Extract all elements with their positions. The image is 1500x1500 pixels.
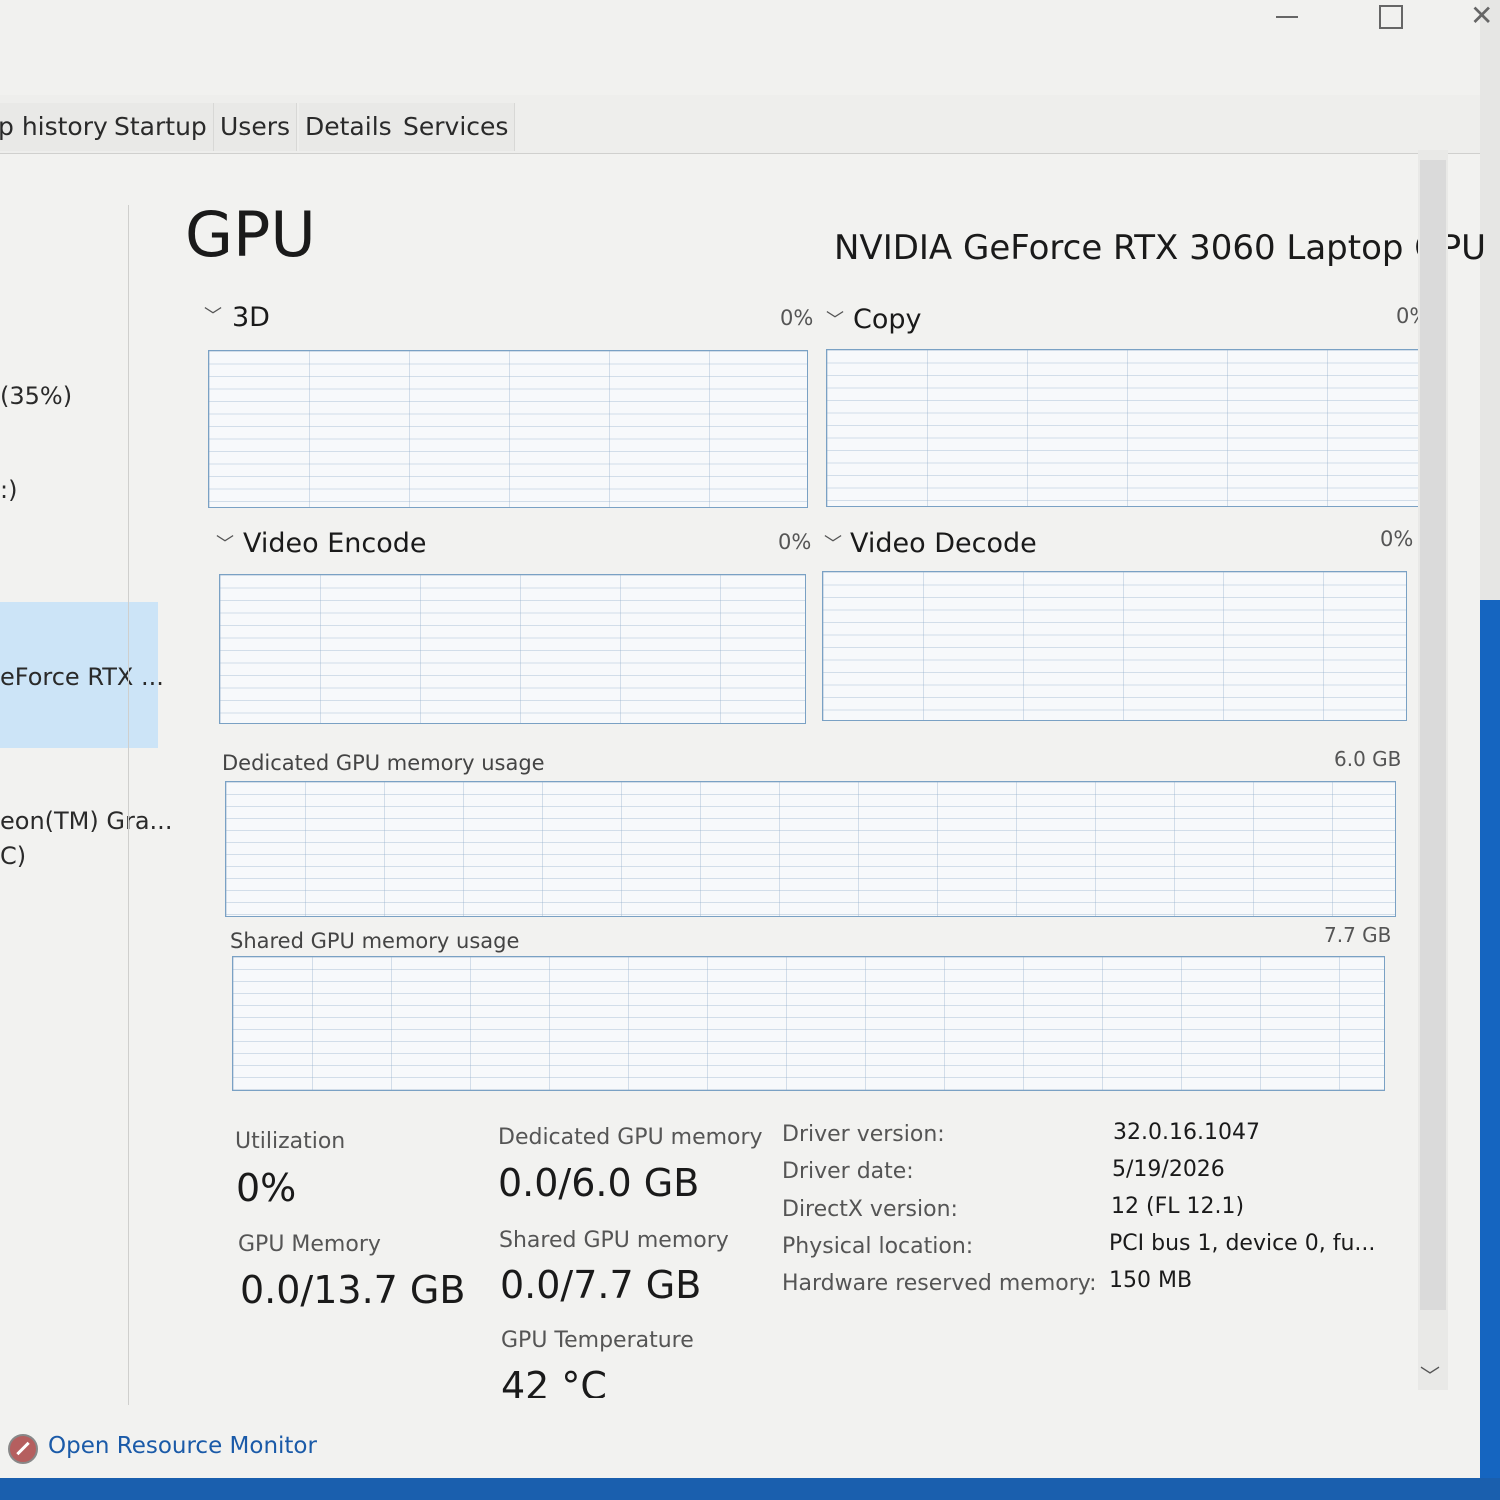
- engine-video-decode-percent: 0%: [1380, 527, 1414, 551]
- performance-sidebar: [0, 154, 160, 1404]
- tab-details[interactable]: Details: [299, 103, 399, 151]
- task-manager-window: ✕ p history Startup Users Details Servic…: [0, 0, 1493, 1480]
- gpu-memory-label: GPU Memory: [238, 1232, 381, 1257]
- scrollbar-thumb[interactable]: [1420, 160, 1446, 1310]
- physical-location-value: PCI bus 1, device 0, fu...: [1109, 1231, 1376, 1256]
- physical-location-label: Physical location:: [782, 1234, 974, 1259]
- page-title: GPU: [185, 198, 316, 271]
- sidebar-divider: [128, 205, 129, 1405]
- hardware-reserved-memory-label: Hardware reserved memory:: [782, 1271, 1097, 1296]
- scroll-down-icon[interactable]: ﹀: [1420, 1360, 1440, 1389]
- shared-memory-label: Shared GPU memory: [499, 1228, 729, 1253]
- engine-video-encode-graph: [219, 574, 806, 724]
- engine-3d-label[interactable]: 3D: [232, 302, 270, 333]
- driver-version-value: 32.0.16.1047: [1113, 1120, 1260, 1145]
- open-resource-monitor-link[interactable]: Open Resource Monitor: [48, 1433, 317, 1459]
- chevron-down-icon[interactable]: ﹀: [824, 530, 842, 556]
- desktop-background: [1480, 600, 1500, 1500]
- engine-video-decode-label[interactable]: Video Decode: [850, 528, 1037, 559]
- shared-memory-graph: [232, 956, 1385, 1091]
- sidebar-item-memory[interactable]: (35%): [0, 382, 72, 410]
- dedicated-memory-graph-label: Dedicated GPU memory usage: [222, 751, 545, 775]
- utilization-label: Utilization: [235, 1129, 346, 1154]
- shared-memory-graph-max: 7.7 GB: [1324, 923, 1392, 947]
- dedicated-memory-graph-max: 6.0 GB: [1334, 747, 1402, 771]
- tab-users[interactable]: Users: [214, 103, 298, 151]
- engine-video-decode-graph: [822, 571, 1407, 721]
- tab-bar: p history Startup Users Details Services: [0, 95, 1480, 154]
- shared-memory-value: 0.0/7.7 GB: [500, 1263, 702, 1307]
- engine-copy-label[interactable]: Copy: [853, 304, 922, 335]
- gpu-model-name: NVIDIA GeForce RTX 3060 Laptop GPU: [834, 228, 1487, 268]
- engine-video-encode-percent: 0%: [778, 530, 812, 554]
- sidebar-item-label: eForce RTX ...: [0, 663, 164, 691]
- engine-3d-graph: [208, 350, 808, 508]
- driver-version-label: Driver version:: [782, 1122, 945, 1147]
- gpu-memory-value: 0.0/13.7 GB: [240, 1268, 466, 1312]
- chevron-down-icon[interactable]: ﹀: [204, 302, 222, 328]
- chevron-down-icon[interactable]: ﹀: [216, 530, 234, 556]
- dedicated-memory-value: 0.0/6.0 GB: [498, 1161, 700, 1205]
- close-icon[interactable]: ✕: [1470, 2, 1500, 32]
- driver-date-value: 5/19/2026: [1112, 1157, 1225, 1182]
- sidebar-item-disk[interactable]: :): [0, 476, 17, 504]
- engine-3d-percent: 0%: [780, 306, 814, 330]
- tab-services[interactable]: Services: [397, 103, 516, 151]
- engine-copy-graph: [826, 349, 1422, 507]
- maximize-icon[interactable]: [1365, 2, 1415, 32]
- title-bar: ✕: [0, 0, 1493, 95]
- hardware-reserved-memory-value: 150 MB: [1109, 1268, 1193, 1293]
- driver-date-label: Driver date:: [782, 1159, 914, 1184]
- shared-memory-graph-label: Shared GPU memory usage: [230, 929, 520, 953]
- gpu-temperature-label: GPU Temperature: [501, 1328, 694, 1353]
- directx-version-label: DirectX version:: [782, 1197, 958, 1222]
- minimize-icon[interactable]: [1262, 2, 1312, 32]
- tab-startup[interactable]: Startup: [108, 103, 214, 151]
- utilization-value: 0%: [236, 1166, 297, 1210]
- tab-app-history[interactable]: p history: [0, 103, 115, 151]
- desktop-background-bottom: [0, 1478, 1500, 1500]
- dedicated-memory-graph: [225, 781, 1396, 917]
- sidebar-item-sublabel: C): [0, 842, 27, 870]
- chevron-down-icon[interactable]: ﹀: [826, 306, 844, 332]
- resource-monitor-icon[interactable]: [8, 1434, 38, 1464]
- dedicated-memory-label: Dedicated GPU memory: [498, 1125, 763, 1150]
- directx-version-value: 12 (FL 12.1): [1111, 1194, 1245, 1219]
- sidebar-item-gpu-radeon[interactable]: eon(TM) Gra...: [0, 807, 172, 835]
- engine-video-encode-label[interactable]: Video Encode: [243, 528, 427, 559]
